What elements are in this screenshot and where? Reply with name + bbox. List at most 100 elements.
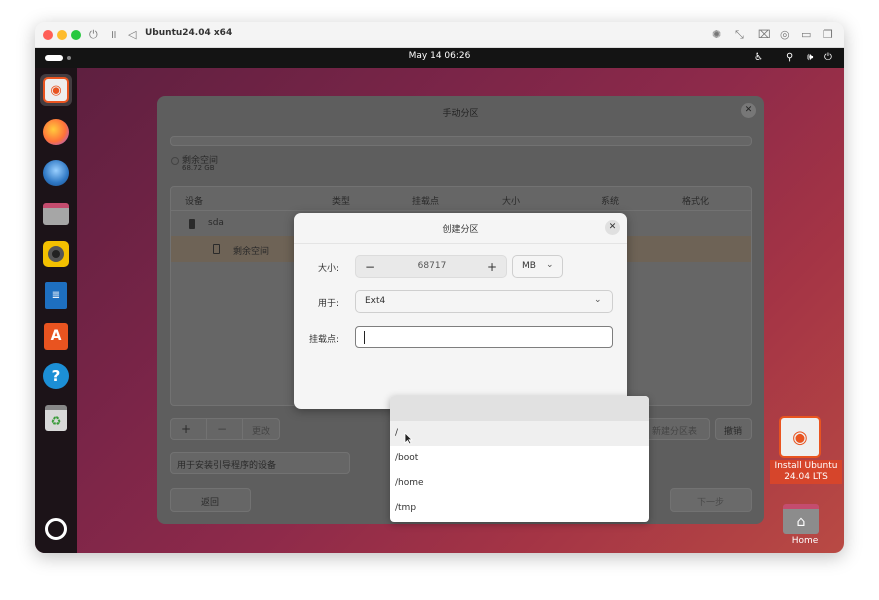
mount-option-boot[interactable]: /boot (390, 446, 649, 471)
installer-icon: ◉ (779, 416, 821, 458)
new-table-button[interactable]: 新建分区表 (643, 418, 710, 440)
dock-firefox[interactable] (40, 116, 72, 148)
back-button[interactable]: 返回 (170, 488, 251, 512)
next-button[interactable]: 下一步 (670, 488, 752, 512)
dock-installer[interactable]: ◉ (40, 74, 72, 106)
installer-icon: ◉ (43, 77, 69, 103)
mount-point-input[interactable] (355, 326, 613, 348)
free-space-legend-icon (171, 157, 179, 165)
mount-option-empty[interactable] (390, 396, 649, 421)
install-ubuntu-label: Install Ubuntu 24.04 LTS (770, 460, 842, 484)
snapshot-icon[interactable]: ▭ (801, 27, 811, 43)
col-type[interactable]: 类型 (332, 194, 350, 207)
folder-icon (43, 203, 69, 225)
volume-icon[interactable]: 🕪 (807, 50, 813, 66)
change-partition-button[interactable]: 更改 (252, 424, 270, 437)
network-icon[interactable]: ⚲ (786, 50, 793, 66)
pause-icon[interactable]: ॥ (110, 27, 117, 43)
minimize-window-button[interactable] (57, 30, 67, 40)
mount-point-label: 挂载点: (308, 335, 339, 345)
desktop-install-ubuntu[interactable]: ◉ Install Ubuntu 24.04 LTS (770, 416, 842, 484)
use-as-value: Ext4 (365, 296, 386, 306)
col-device[interactable]: 设备 (185, 194, 203, 207)
increase-size-button[interactable]: + (482, 257, 502, 277)
accessibility-icon[interactable]: ♿ (754, 50, 763, 66)
dialog-title: 创建分区 (442, 225, 479, 235)
dialog-header: 创建分区 ✕ (294, 213, 627, 244)
partition-icon (213, 244, 220, 254)
clock[interactable]: May 14 06:26 (35, 51, 844, 61)
power-icon[interactable]: ⏻ (89, 27, 98, 43)
back-icon[interactable]: ◁ (128, 27, 136, 43)
dock-files[interactable] (40, 198, 72, 230)
device-free-space: 剩余空间 (233, 247, 270, 257)
maximize-window-button[interactable] (71, 30, 81, 40)
power-menu-icon[interactable]: ⏻ (824, 50, 832, 66)
installer-title: 手动分区 (442, 109, 479, 119)
mount-option-tmp[interactable]: /tmp (390, 496, 649, 521)
resize-icon[interactable]: ⤡ (735, 27, 744, 43)
table-header: 设备 类型 挂载点 大小 系统 格式化 (171, 187, 751, 211)
partition-bar (170, 136, 752, 146)
size-label: 大小: (317, 264, 339, 274)
remove-partition-button[interactable]: − (217, 422, 227, 436)
ubuntu-logo-icon (45, 518, 67, 540)
size-unit-value: MB (522, 261, 536, 271)
vm-title: Ubuntu24.04 x64 (145, 28, 233, 38)
free-space-size: 68.72 GB (182, 164, 215, 172)
use-as-label: 用于: (317, 299, 339, 309)
add-partition-button[interactable]: + (181, 422, 191, 436)
dock-thunderbird[interactable] (40, 157, 72, 189)
device-sda: sda (208, 218, 224, 228)
dialog-close-button[interactable]: ✕ (605, 220, 620, 235)
chevron-down-icon: ⌄ (546, 260, 554, 270)
writer-icon: ≣ (45, 281, 67, 309)
mount-option-home[interactable]: /home (390, 471, 649, 496)
gnome-topbar: May 14 06:26 ♿ ⚲ 🕪 ⏻ (35, 48, 844, 68)
size-value[interactable]: 68717 (380, 261, 484, 271)
trash-icon: ♻ (45, 405, 67, 431)
col-mount[interactable]: 挂载点 (412, 194, 439, 207)
app-center-icon: A (44, 322, 68, 350)
create-partition-dialog: 创建分区 ✕ 大小: − 68717 + MB ⌄ 用于: Ext4 ⌄ 挂载点… (294, 213, 627, 409)
desktop-home[interactable]: ⌂ Home (779, 504, 831, 547)
col-format[interactable]: 格式化 (682, 194, 709, 207)
col-size[interactable]: 大小 (502, 194, 520, 207)
revert-label: 撤销 (724, 427, 743, 437)
show-apps-button[interactable] (40, 513, 72, 545)
mouse-pointer-icon (404, 432, 413, 445)
text-cursor (364, 331, 365, 344)
size-unit-dropdown[interactable]: MB ⌄ (512, 255, 563, 278)
dock-trash[interactable]: ♻ (40, 402, 72, 434)
col-system[interactable]: 系统 (601, 194, 619, 207)
dock-rhythmbox[interactable] (40, 238, 72, 270)
help-icon: ? (43, 363, 69, 389)
firefox-icon (43, 119, 69, 145)
disc-icon[interactable]: ◎ (780, 27, 790, 43)
home-label: Home (791, 536, 819, 546)
new-table-label: 新建分区表 (652, 427, 698, 437)
mount-point-dropdown: / /boot /home /tmp (390, 396, 649, 522)
usb-icon[interactable]: ⌧ (758, 27, 771, 43)
dock: ◉ ≣ A ? ♻ (35, 68, 77, 553)
close-window-button[interactable] (43, 30, 53, 40)
mount-option-root[interactable]: / (390, 421, 649, 446)
disk-icon (189, 219, 195, 229)
speaker-icon (43, 241, 69, 267)
back-label: 返回 (201, 498, 220, 508)
use-as-dropdown[interactable]: Ext4 ⌄ (355, 290, 613, 313)
size-spinbutton: − 68717 + (355, 255, 507, 278)
dock-writer[interactable]: ≣ (40, 279, 72, 311)
partition-actions: + − 更改 (170, 418, 280, 440)
decrease-size-button[interactable]: − (360, 257, 380, 277)
brightness-icon[interactable]: ✺ (712, 27, 721, 43)
bootloader-select[interactable]: 用于安装引导程序的设备 (170, 452, 350, 474)
revert-button[interactable]: 撤销 (715, 418, 752, 440)
dock-app-center[interactable]: A (40, 320, 72, 352)
windows-icon[interactable]: ❐ (823, 27, 833, 43)
thunderbird-icon (43, 160, 69, 186)
installer-close-button[interactable]: ✕ (741, 103, 756, 118)
dock-help[interactable]: ? (40, 360, 72, 392)
vm-titlebar: ⏻ ॥ ◁ Ubuntu24.04 x64 ✺ ⤡ ⌧ ◎ ▭ ❐ (35, 22, 844, 48)
bootloader-label: 用于安装引导程序的设备 (177, 461, 277, 471)
